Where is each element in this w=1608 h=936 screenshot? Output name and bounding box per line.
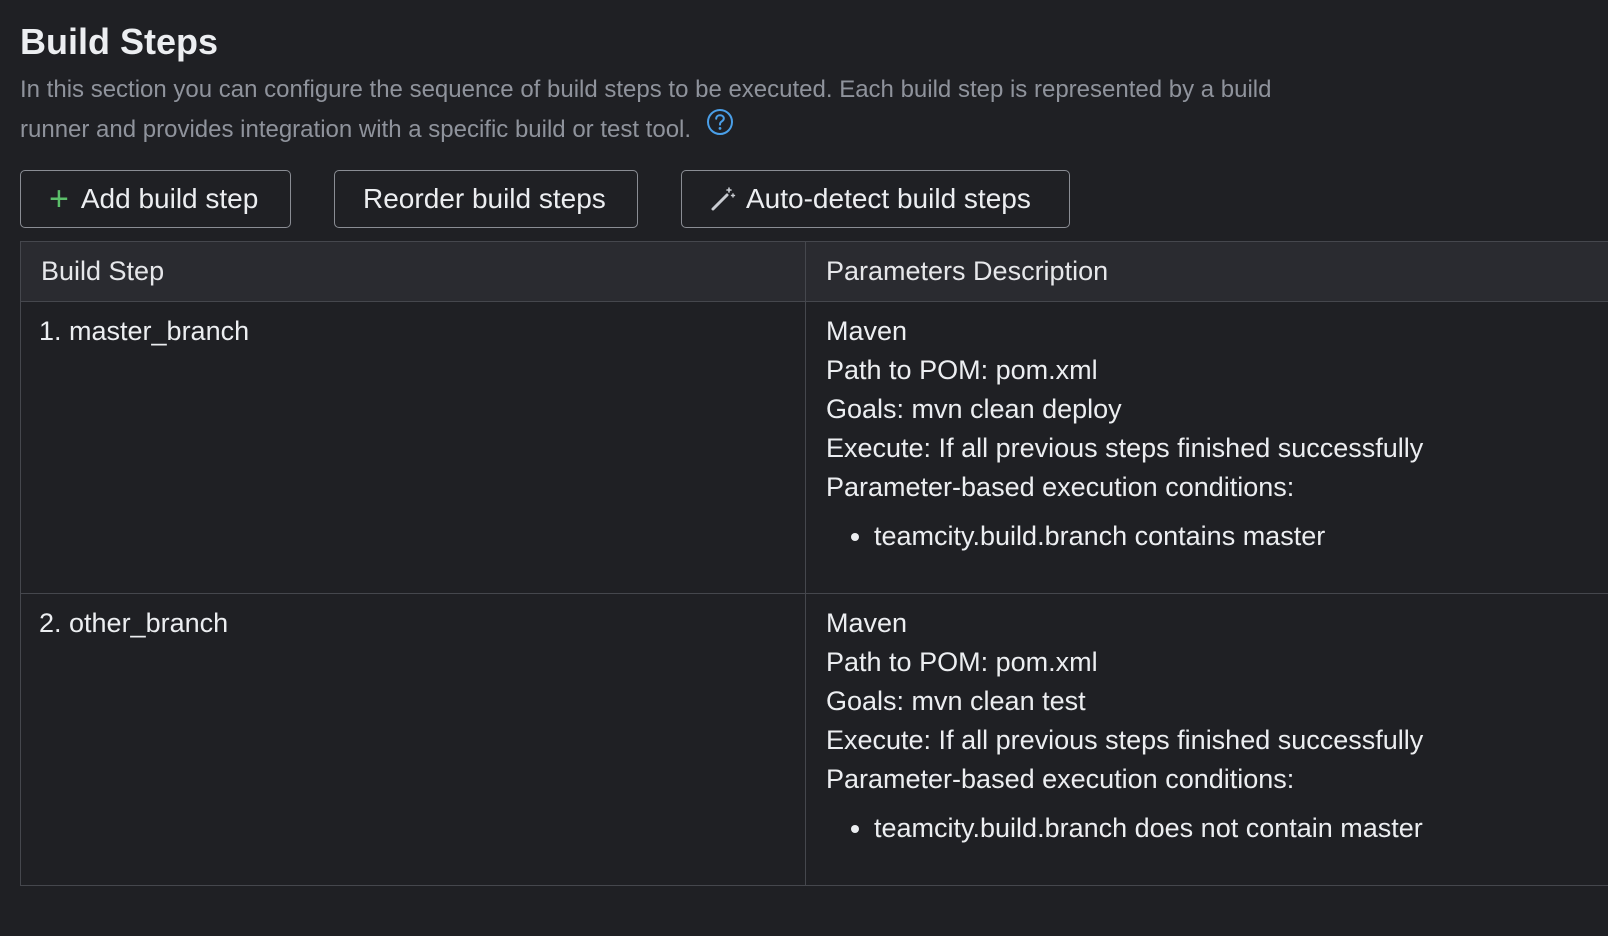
execute-policy: Execute: If all previous steps finished …	[826, 433, 1424, 463]
table-row[interactable]: 1. master_branch Maven Path to POM: pom.…	[20, 301, 1608, 594]
table-header-row: Build Step Parameters Description	[20, 241, 1608, 302]
goals: Goals: mvn clean deploy	[826, 394, 1122, 424]
build-steps-table: Build Step Parameters Description 1. mas…	[20, 241, 1608, 886]
add-build-step-label: Add build step	[80, 183, 259, 214]
auto-detect-build-steps-button[interactable]: Auto-detect build steps	[681, 170, 1070, 228]
plus-icon: +	[49, 180, 69, 218]
reorder-build-steps-button[interactable]: Reorder build steps	[334, 170, 638, 228]
execute-policy: Execute: If all previous steps finished …	[826, 725, 1424, 755]
section-description: In this section you can configure the se…	[20, 70, 1310, 150]
runner-type: Maven	[826, 608, 908, 638]
add-build-step-button[interactable]: + Add build step	[20, 170, 291, 228]
conditions-list: teamcity.build.branch contains master	[826, 517, 1608, 556]
goals: Goals: mvn clean test	[826, 686, 1086, 716]
build-step-name[interactable]: 2. other_branch	[20, 593, 806, 886]
description-text: In this section you can configure the se…	[20, 76, 1272, 143]
toolbar: + Add build step Reorder build steps Aut…	[20, 170, 1608, 228]
condition-item: teamcity.build.branch does not contain m…	[874, 809, 1608, 848]
conditions-list: teamcity.build.branch does not contain m…	[826, 809, 1608, 848]
parameters-description: Maven Path to POM: pom.xml Goals: mvn cl…	[805, 301, 1608, 594]
column-header-build-step: Build Step	[20, 241, 806, 302]
question-circle-icon[interactable]	[706, 108, 734, 149]
condition-item: teamcity.build.branch contains master	[874, 517, 1608, 556]
runner-type: Maven	[826, 316, 908, 346]
auto-detect-build-steps-label: Auto-detect build steps	[746, 183, 1031, 214]
pom-path: Path to POM: pom.xml	[826, 647, 1098, 677]
table-row[interactable]: 2. other_branch Maven Path to POM: pom.x…	[20, 593, 1608, 886]
conditions-label: Parameter-based execution conditions:	[826, 764, 1295, 794]
pom-path: Path to POM: pom.xml	[826, 355, 1098, 385]
build-steps-page: Build Steps In this section you can conf…	[0, 0, 1608, 936]
magic-wand-icon	[710, 186, 736, 212]
parameters-description: Maven Path to POM: pom.xml Goals: mvn cl…	[805, 593, 1608, 886]
page-title: Build Steps	[20, 21, 219, 62]
build-step-name[interactable]: 1. master_branch	[20, 301, 806, 594]
conditions-label: Parameter-based execution conditions:	[826, 472, 1295, 502]
reorder-build-steps-label: Reorder build steps	[363, 183, 606, 214]
column-header-parameters-description: Parameters Description	[805, 241, 1608, 302]
